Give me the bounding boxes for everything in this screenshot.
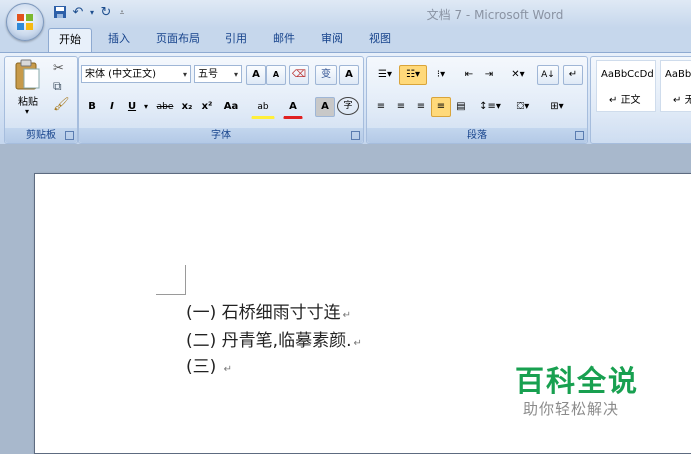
tab-mailings[interactable]: 邮件: [266, 28, 302, 52]
window-title: 文档 7 - Microsoft Word: [426, 8, 564, 22]
font-name-select[interactable]: 宋体 (中文正文) ▾: [81, 65, 191, 83]
shading-icon[interactable]: ⛋▾: [507, 97, 539, 117]
font-size-value: 五号: [198, 69, 218, 80]
align-right-icon[interactable]: ≡: [411, 97, 431, 117]
chinese-layout-icon[interactable]: ✕▾: [503, 65, 533, 85]
show-marks-icon[interactable]: ↵: [563, 65, 583, 85]
shrink-font-button[interactable]: A: [266, 65, 286, 85]
paragraph-mark-icon: ↵: [353, 338, 362, 349]
bullets-icon[interactable]: ☰▾: [371, 65, 399, 85]
paragraph-mark-icon: ↵: [223, 364, 233, 375]
tab-page-layout[interactable]: 页面布局: [148, 28, 208, 52]
align-left-icon[interactable]: ≡: [371, 97, 391, 117]
style-name: ↵ 无: [673, 95, 691, 106]
change-case-button[interactable]: Aa: [219, 97, 243, 117]
tab-home[interactable]: 开始: [48, 28, 92, 52]
font-name-value: 宋体 (中文正文): [85, 69, 156, 80]
multilevel-list-icon[interactable]: ⁝▾: [427, 65, 455, 85]
grow-font-button[interactable]: A: [246, 65, 266, 85]
tab-review[interactable]: 审阅: [314, 28, 350, 52]
paste-label: 粘贴: [18, 97, 38, 108]
clipboard-launcher-icon[interactable]: [65, 131, 74, 140]
font-launcher-icon[interactable]: [351, 131, 360, 140]
character-border-button[interactable]: A: [339, 65, 359, 85]
paragraph-group: ☰▾ ☷▾ ⁝▾ ⇤ ⇥ ✕▾ A↓ ↵ ≡ ≡ ≡ ≡ ▤ ↕≡▾ ⛋▾ ⊞▾…: [366, 56, 588, 144]
font-group-label: 字体: [79, 128, 363, 143]
align-center-icon[interactable]: ≡: [391, 97, 411, 117]
subscript-button[interactable]: x₂: [177, 97, 197, 117]
paragraph-launcher-icon[interactable]: [575, 131, 584, 140]
style-normal[interactable]: AaBbCcDd ↵ 正文: [596, 60, 656, 112]
paste-icon: [15, 59, 40, 90]
style-name: ↵ 正文: [609, 95, 641, 106]
enclose-characters-button[interactable]: 字: [337, 97, 359, 115]
tab-view[interactable]: 视图: [362, 28, 398, 52]
margin-mark-vertical: [185, 265, 186, 295]
distributed-icon[interactable]: ▤: [451, 97, 471, 117]
paragraph-mark-icon: ↵: [342, 310, 352, 321]
watermark-subtitle: 助你轻松解决: [523, 400, 620, 418]
customize-quick-access-icon[interactable]: ⩡: [114, 5, 130, 21]
font-group: 宋体 (中文正文) ▾ 五号 ▾ A A ⌫ 变 A B I U ▾ abe x…: [78, 56, 364, 144]
document-line-3[interactable]: (三) ↵: [186, 352, 232, 377]
cut-icon[interactable]: ✂: [53, 61, 64, 76]
chevron-down-icon: ▾: [233, 70, 238, 79]
style-no-spacing[interactable]: AaBb ↵ 无: [660, 60, 691, 112]
watermark-title: 百科全说: [515, 364, 640, 398]
chevron-down-icon: ▾: [182, 70, 187, 79]
increase-indent-icon[interactable]: ⇥: [479, 65, 499, 85]
decrease-indent-icon[interactable]: ⇤: [459, 65, 479, 85]
tab-references[interactable]: 引用: [218, 28, 254, 52]
paste-dropdown-icon: ▾: [25, 107, 30, 116]
strikethrough-button[interactable]: abe: [153, 97, 177, 117]
office-logo-icon: [17, 14, 33, 30]
character-shading-button[interactable]: A: [315, 97, 335, 117]
margin-mark-horizontal: [156, 294, 186, 295]
style-preview: AaBb: [665, 69, 691, 80]
justify-icon[interactable]: ≡: [431, 97, 451, 117]
document-line-2[interactable]: (二) 丹青笔,临摹素颜. ↵: [186, 326, 362, 351]
office-button[interactable]: [6, 3, 44, 41]
save-icon[interactable]: [52, 5, 68, 21]
phonetic-guide-button[interactable]: 变: [315, 65, 337, 85]
tab-insert[interactable]: 插入: [100, 28, 138, 52]
document-line-1[interactable]: (一) 石桥细雨寸寸连 ↵: [186, 298, 351, 323]
superscript-button[interactable]: x²: [197, 97, 217, 117]
underline-dropdown-icon[interactable]: ▾: [141, 97, 151, 117]
copy-icon[interactable]: ⧉: [53, 79, 62, 94]
paragraph-group-label: 段落: [367, 128, 587, 143]
highlight-button[interactable]: ab: [251, 97, 275, 119]
style-preview: AaBbCcDd: [601, 69, 654, 80]
bold-button[interactable]: B: [83, 97, 101, 117]
font-size-select[interactable]: 五号 ▾: [194, 65, 242, 83]
clear-format-icon[interactable]: ⌫: [289, 65, 309, 85]
format-painter-icon[interactable]: 🖌: [53, 97, 70, 112]
paste-button[interactable]: 粘贴 ▾: [13, 59, 43, 117]
underline-button[interactable]: U: [123, 97, 141, 117]
italic-button[interactable]: I: [103, 97, 121, 117]
numbering-icon[interactable]: ☷▾: [399, 65, 427, 85]
redo-icon[interactable]: ↻: [98, 5, 114, 21]
borders-icon[interactable]: ⊞▾: [541, 97, 573, 117]
line-spacing-icon[interactable]: ↕≡▾: [475, 97, 505, 117]
font-color-button[interactable]: A: [283, 97, 303, 119]
sort-icon[interactable]: A↓: [537, 65, 559, 85]
clipboard-group: 粘贴 ▾ ✂ ⧉ 🖌 剪贴板: [4, 56, 78, 144]
